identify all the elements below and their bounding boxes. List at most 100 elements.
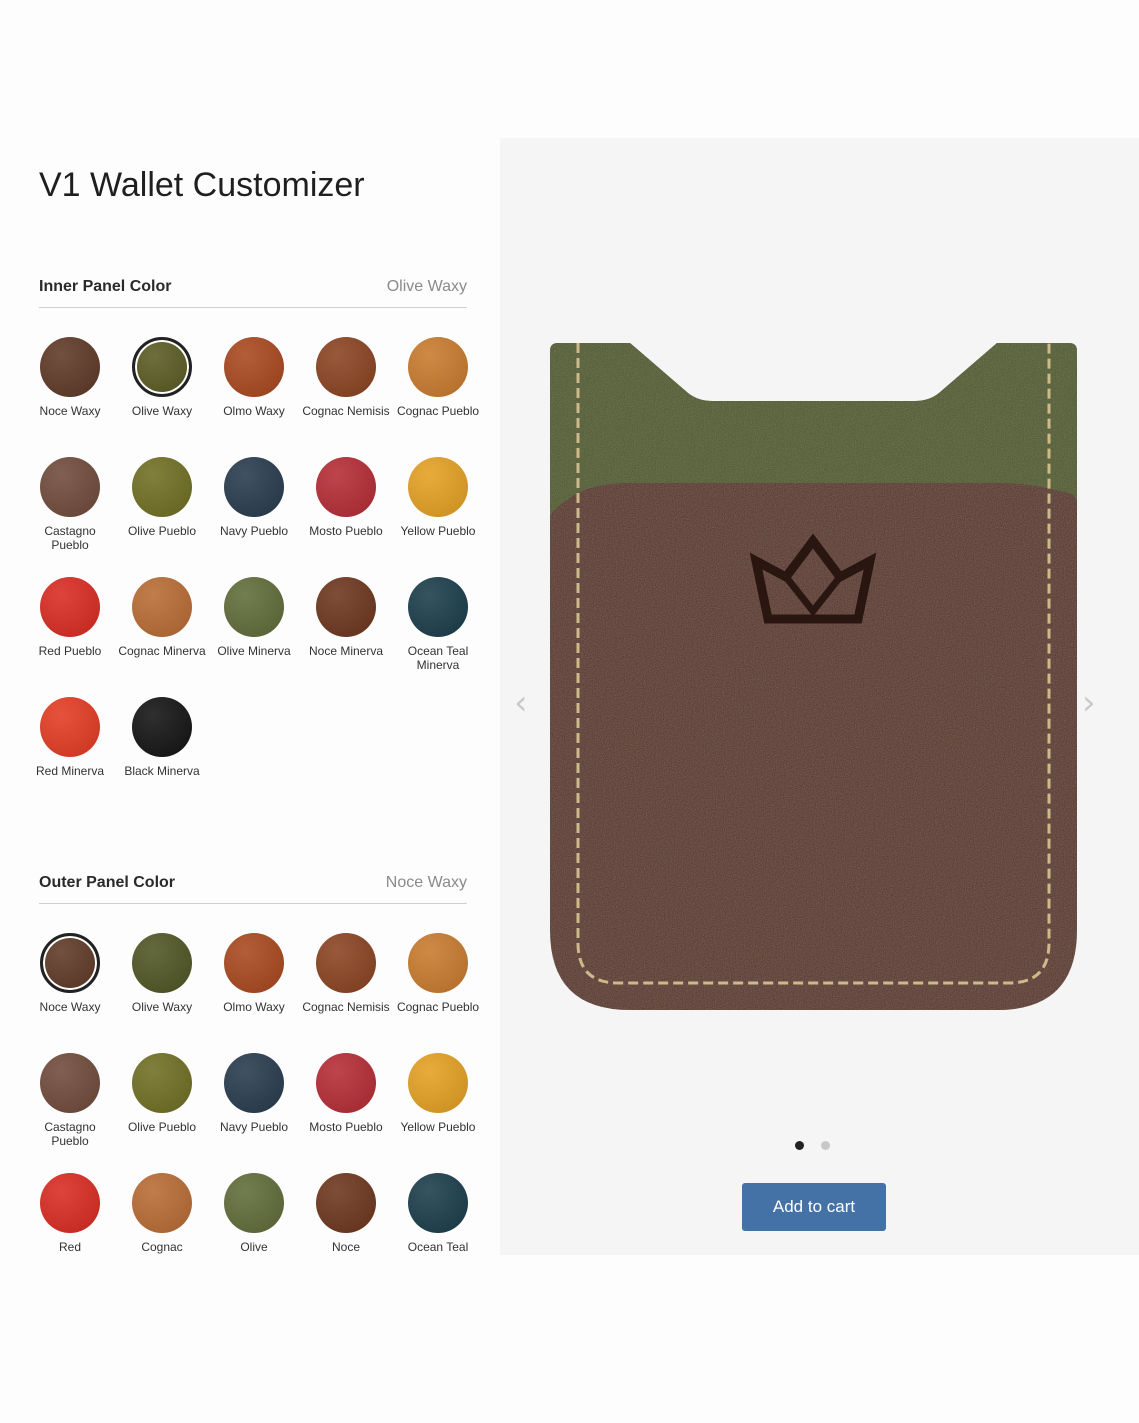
inner-panel-swatch[interactable]: Red Minerva <box>36 697 104 778</box>
inner-panel-swatch-color[interactable] <box>408 577 468 637</box>
inner-panel-swatch-color[interactable] <box>408 457 468 517</box>
inner-panel-swatch-label: Noce Minerva <box>308 644 384 658</box>
outer-panel-swatch[interactable]: Olive Waxy <box>131 933 193 1014</box>
slide-dot[interactable] <box>795 1141 804 1150</box>
outer-panel-swatch[interactable]: Olive <box>223 1173 285 1254</box>
outer-panel-swatch-label: Ocean Teal <box>407 1240 469 1254</box>
outer-panel-swatch[interactable]: Red <box>39 1173 101 1254</box>
inner-panel-swatch[interactable]: Olive Waxy <box>131 337 193 418</box>
inner-panel-swatch-color[interactable] <box>132 337 192 397</box>
inner-panel-label: Inner Panel Color <box>39 278 172 295</box>
inner-panel-swatch-label: Cognac Pueblo <box>396 404 480 418</box>
outer-panel-swatch-label: Castagno Pueblo <box>44 1120 96 1148</box>
inner-panel-swatch-color[interactable] <box>408 337 468 397</box>
inner-panel-swatch-label: Red Pueblo <box>38 644 102 658</box>
outer-panel-swatch[interactable]: Castagno Pueblo <box>39 1053 101 1148</box>
inner-panel-swatch-label: Mosto Pueblo <box>309 524 383 538</box>
inner-panel-swatch[interactable]: Mosto Pueblo <box>309 457 383 538</box>
inner-panel-swatch-color[interactable] <box>224 457 284 517</box>
inner-panel-swatch-label: Red Minerva <box>35 764 105 778</box>
outer-panel-swatch[interactable]: Olive Pueblo <box>128 1053 196 1134</box>
outer-panel-swatch-color[interactable] <box>132 1053 192 1113</box>
inner-panel-swatch[interactable]: Cognac Minerva <box>118 577 206 658</box>
outer-panel-swatch-color[interactable] <box>408 1053 468 1113</box>
inner-panel-swatch[interactable]: Olmo Waxy <box>223 337 285 418</box>
outer-panel-swatch[interactable]: Cognac <box>131 1173 193 1254</box>
inner-panel-swatch-label: Navy Pueblo <box>219 524 289 538</box>
inner-panel-swatch-color[interactable] <box>316 577 376 637</box>
inner-panel-swatch-label: Cognac Minerva <box>118 644 206 658</box>
outer-panel-swatch-label: Cognac Nemisis <box>302 1000 390 1014</box>
inner-panel-swatch-label: Ocean Teal Minerva <box>407 644 469 672</box>
inner-panel-swatch-label: Noce Waxy <box>39 404 101 418</box>
outer-panel-swatch-label: Red <box>58 1240 81 1254</box>
outer-panel-swatch-color[interactable] <box>316 933 376 993</box>
outer-panel-swatch[interactable]: Navy Pueblo <box>220 1053 288 1134</box>
inner-panel-swatch-color[interactable] <box>316 337 376 397</box>
inner-panel-swatch-label: Black Minerva <box>124 764 200 778</box>
outer-panel-swatch-color[interactable] <box>316 1053 376 1113</box>
outer-panel-swatch[interactable]: Olmo Waxy <box>223 933 285 1014</box>
outer-panel-header: Outer Panel Color Noce Waxy <box>39 874 467 904</box>
inner-panel-swatch[interactable]: Cognac Nemisis <box>302 337 390 418</box>
inner-panel-swatch-label: Olive Waxy <box>131 404 193 418</box>
inner-panel-swatch[interactable]: Olive Minerva <box>217 577 291 658</box>
inner-panel-swatch[interactable]: Castagno Pueblo <box>39 457 101 552</box>
inner-panel-swatch-color[interactable] <box>132 697 192 757</box>
inner-panel-swatch[interactable]: Cognac Pueblo <box>397 337 479 418</box>
inner-panel-swatch-color[interactable] <box>224 337 284 397</box>
add-to-cart-button[interactable]: Add to cart <box>742 1183 886 1231</box>
inner-panel-swatch[interactable]: Red Pueblo <box>39 577 101 658</box>
outer-panel-swatch-label: Navy Pueblo <box>219 1120 289 1134</box>
inner-panel-swatch-label: Olive Pueblo <box>127 524 197 538</box>
outer-panel-swatch[interactable]: Ocean Teal <box>407 1173 469 1254</box>
inner-panel-swatch-label: Olmo Waxy <box>223 404 285 418</box>
customizer-panel: V1 Wallet Customizer Inner Panel Color O… <box>0 0 500 1423</box>
inner-panel-swatch-color[interactable] <box>224 577 284 637</box>
outer-panel-swatch[interactable]: Yellow Pueblo <box>401 1053 475 1134</box>
inner-panel-swatch-color[interactable] <box>132 577 192 637</box>
outer-panel-swatch[interactable]: Noce Waxy <box>39 933 101 1014</box>
chevron-right-icon[interactable]: › <box>1082 683 1096 723</box>
inner-panel-swatch[interactable]: Noce Minerva <box>309 577 383 658</box>
outer-panel-swatch-label: Noce Waxy <box>39 1000 101 1014</box>
outer-panel-swatch[interactable]: Cognac Pueblo <box>397 933 479 1014</box>
inner-panel-swatch-color[interactable] <box>132 457 192 517</box>
inner-panel-swatch[interactable]: Yellow Pueblo <box>401 457 475 538</box>
inner-panel-swatch[interactable]: Navy Pueblo <box>220 457 288 538</box>
outer-panel-swatch-label: Cognac <box>141 1240 183 1254</box>
outer-panel-swatch-color[interactable] <box>224 933 284 993</box>
outer-panel-swatch-color[interactable] <box>40 1053 100 1113</box>
outer-panel-swatch-color[interactable] <box>224 1053 284 1113</box>
outer-panel-swatch-label: Olive Pueblo <box>127 1120 197 1134</box>
inner-panel-swatch-label: Yellow Pueblo <box>400 524 476 538</box>
outer-panel-swatch-color[interactable] <box>316 1173 376 1233</box>
outer-panel-swatch-color[interactable] <box>132 1173 192 1233</box>
inner-panel-swatch-color[interactable] <box>40 577 100 637</box>
inner-panel-swatch[interactable]: Ocean Teal Minerva <box>407 577 469 672</box>
outer-panel-swatch-color[interactable] <box>408 1173 468 1233</box>
outer-panel-swatch-color[interactable] <box>40 933 100 993</box>
inner-panel-swatch-label: Olive Minerva <box>217 644 291 658</box>
inner-panel-swatch-color[interactable] <box>40 457 100 517</box>
outer-panel-swatch-label: Mosto Pueblo <box>309 1120 383 1134</box>
outer-panel-swatch[interactable]: Mosto Pueblo <box>309 1053 383 1134</box>
inner-panel-swatch[interactable]: Olive Pueblo <box>128 457 196 538</box>
inner-panel-swatch[interactable]: Noce Waxy <box>39 337 101 418</box>
inner-panel-swatch-color[interactable] <box>316 457 376 517</box>
outer-panel-swatch-color[interactable] <box>132 933 192 993</box>
inner-panel-selected-value: Olive Waxy <box>386 278 467 295</box>
outer-panel-swatch-color[interactable] <box>408 933 468 993</box>
page-title: V1 Wallet Customizer <box>39 166 365 204</box>
outer-panel-swatch[interactable]: Noce <box>315 1173 377 1254</box>
chevron-left-icon[interactable]: ‹ <box>514 683 528 723</box>
slide-dot[interactable] <box>821 1141 830 1150</box>
outer-panel-swatch-color[interactable] <box>40 1173 100 1233</box>
outer-panel-swatch[interactable]: Cognac Nemisis <box>302 933 390 1014</box>
inner-panel-swatch[interactable]: Black Minerva <box>124 697 200 778</box>
inner-panel-swatch-color[interactable] <box>40 697 100 757</box>
inner-panel-swatch-color[interactable] <box>40 337 100 397</box>
outer-panel-swatch-label: Olive Waxy <box>131 1000 193 1014</box>
outer-panel-swatch-color[interactable] <box>224 1173 284 1233</box>
outer-panel-swatch-label: Yellow Pueblo <box>400 1120 476 1134</box>
